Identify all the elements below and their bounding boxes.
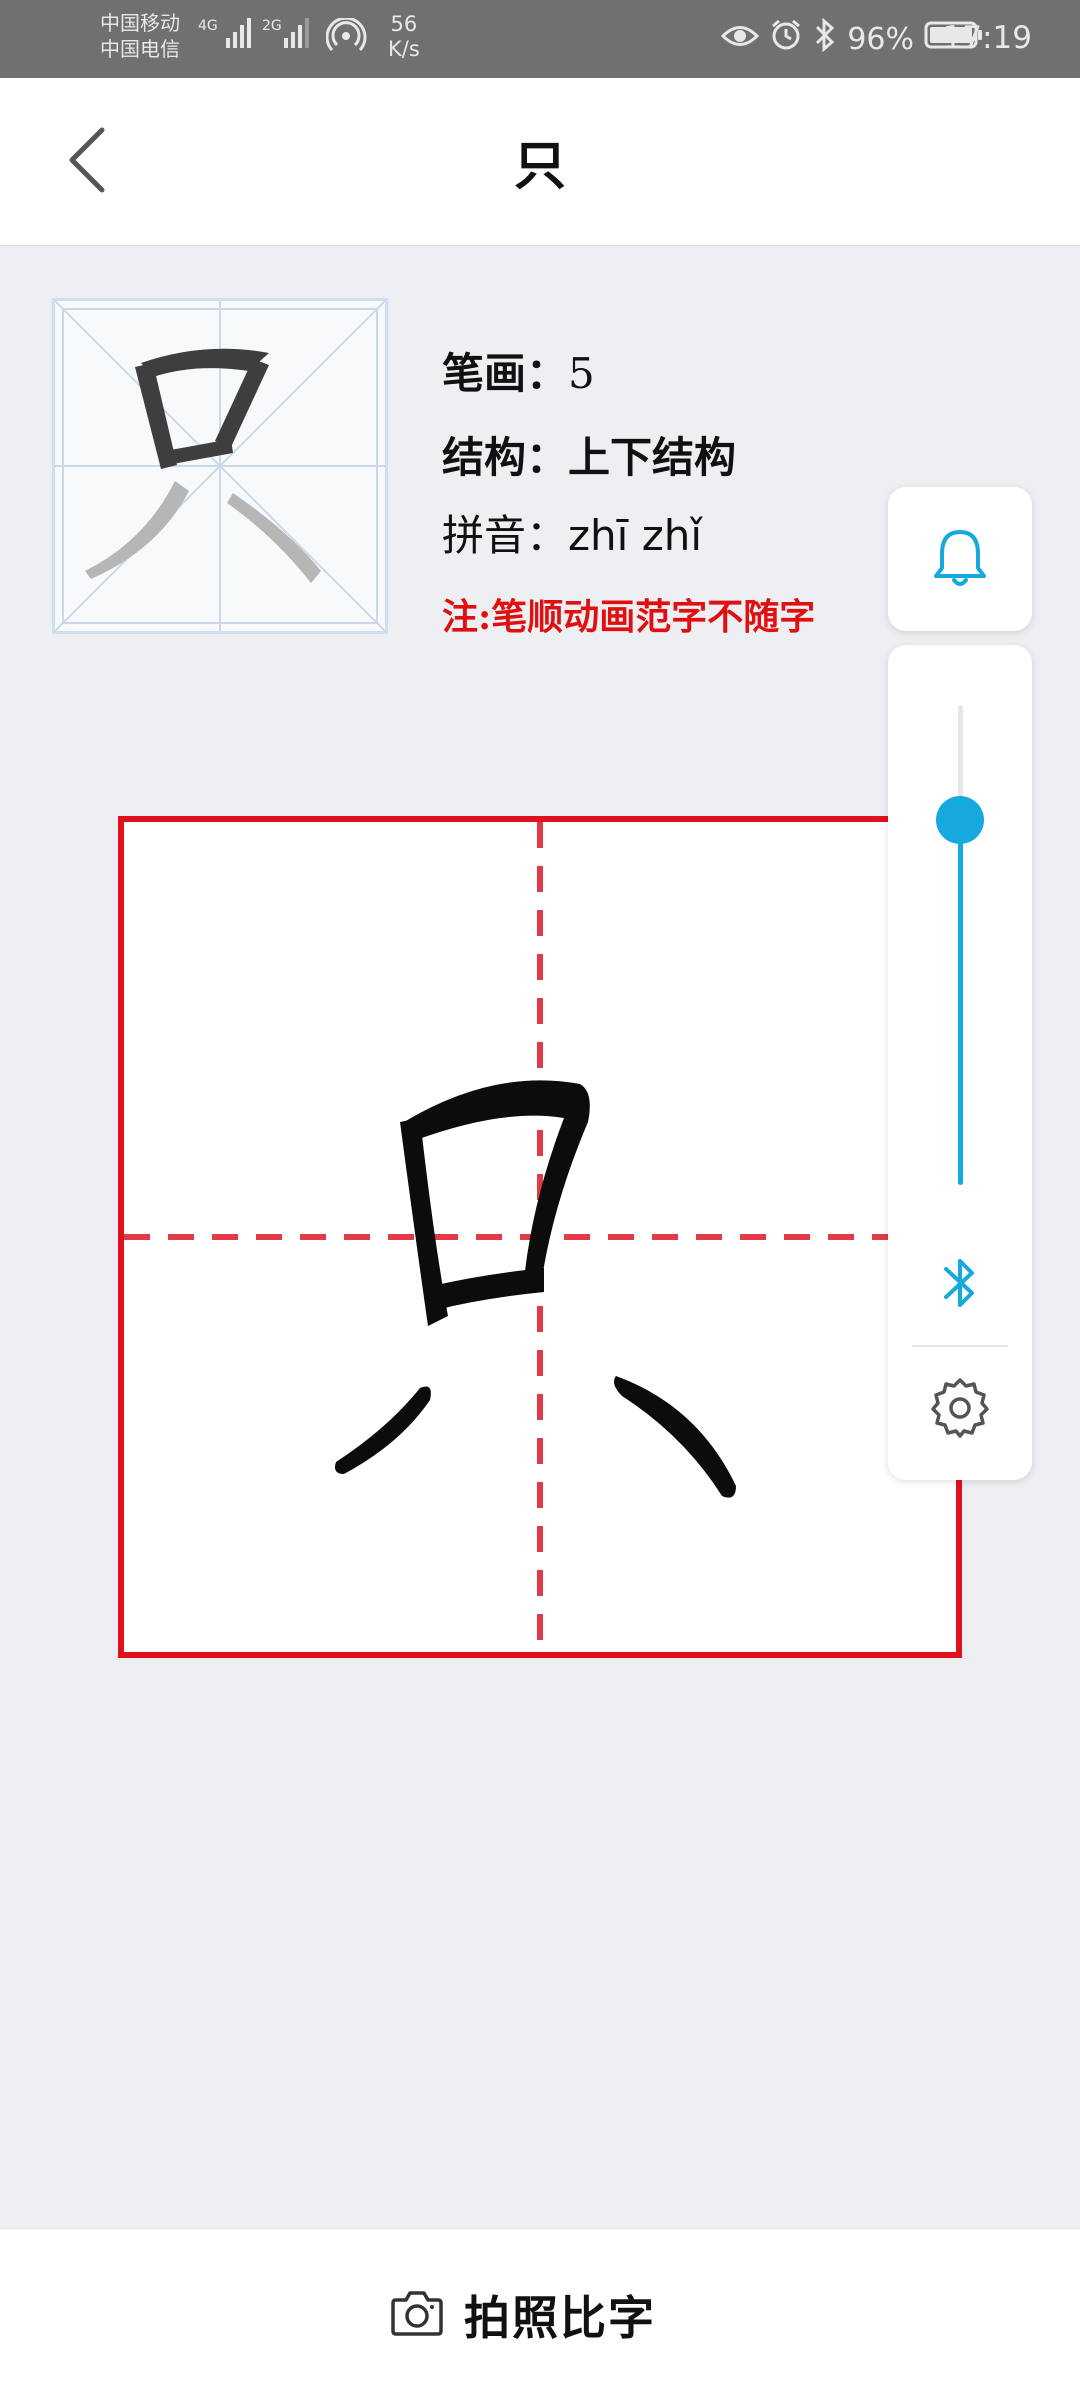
structure-label: 结构： [442, 433, 569, 482]
settings-button[interactable] [924, 1373, 996, 1445]
gear-icon [929, 1376, 991, 1442]
bluetooth-icon [940, 1253, 980, 1317]
pinyin-label: 拼音： [442, 511, 569, 560]
signal-icon: 4G [198, 14, 254, 58]
svg-text:2G: 2G [262, 18, 282, 34]
character-glyph [335, 1080, 736, 1498]
eye-icon [721, 22, 760, 57]
stroke-order-animation[interactable] [52, 298, 388, 634]
strokes-label: 笔画： [442, 349, 569, 398]
pinyin-value: zhī zhǐ [568, 511, 703, 560]
bell-icon [932, 526, 988, 592]
camera-icon [390, 2288, 444, 2342]
status-bar: 中国移动 中国电信 4G 2G 56 K/s 96% 17:19 [0, 0, 1080, 78]
bluetooth-button[interactable] [930, 1245, 990, 1325]
reminder-button[interactable] [888, 487, 1032, 631]
structure-value: 上下结构 [568, 433, 737, 482]
size-slider-track[interactable] [958, 705, 963, 1185]
writing-grid[interactable] [118, 816, 962, 1658]
app-header: 只 [0, 78, 1080, 246]
carrier-info: 中国移动 中国电信 [100, 10, 180, 62]
pinyin-info: 拼音：zhī zhǐ [442, 502, 702, 563]
size-slider-thumb[interactable] [936, 796, 984, 845]
structure-info: 结构：上下结构 [442, 424, 736, 485]
stroke-animation-note: 注:笔顺动画范字不随字 [442, 596, 816, 638]
alarm-icon [769, 18, 803, 60]
net-speed: 56 K/s [388, 12, 420, 61]
carrier-1: 中国移动 [100, 11, 180, 35]
page-title: 只 [513, 136, 566, 197]
control-panel [888, 645, 1032, 1480]
hotspot-icon [325, 16, 370, 58]
strokes-value: 5 [568, 349, 595, 398]
bottom-bar: 拍照比字 [0, 2228, 1080, 2400]
photo-compare-button[interactable]: 拍照比字 [390, 2285, 656, 2345]
battery-percent: 96% [847, 21, 914, 57]
signal-2-icon: 2G [262, 14, 318, 58]
panel-divider [912, 1345, 1008, 1347]
photo-compare-label: 拍照比字 [464, 2291, 656, 2345]
size-slider-fill [958, 820, 963, 1185]
carrier-2: 中国电信 [100, 37, 180, 61]
svg-text:4G: 4G [198, 18, 218, 34]
clock: 17:19 [942, 20, 1032, 56]
bluetooth-status-icon [813, 17, 837, 60]
strokes-info: 笔画：5 [442, 340, 595, 401]
